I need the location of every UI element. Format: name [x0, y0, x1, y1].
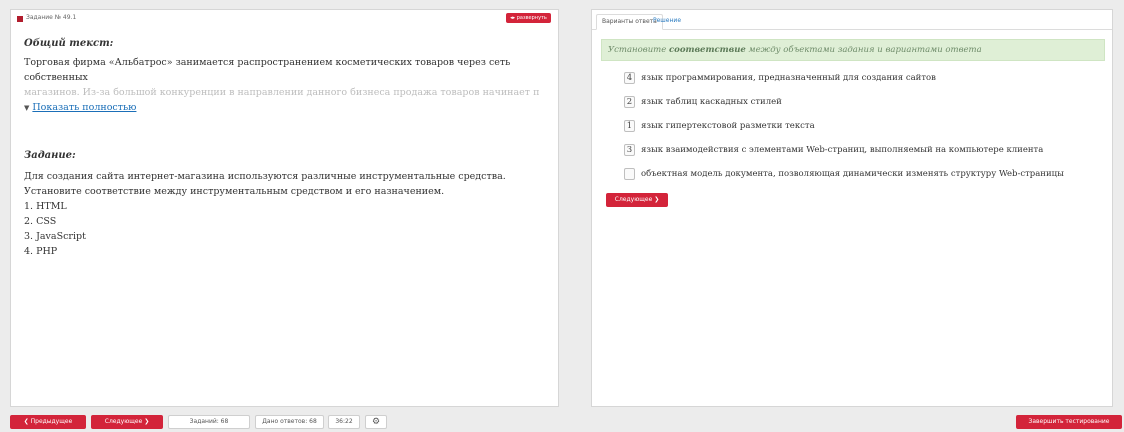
option-row: 1 язык гипертекстовой разметки текста [592, 117, 1112, 141]
finish-test-button[interactable]: Завершить тестирование [1016, 415, 1122, 429]
answer-tabs: Варианты ответа Решение [592, 10, 1112, 30]
task-line: Для создания сайта интернет-магазина исп… [24, 171, 506, 182]
task-line: 4. PHP [24, 246, 58, 257]
common-text-line: Торговая фирма «Альбатрос» занимается ра… [24, 57, 511, 83]
task-line: 3. JavaScript [24, 231, 86, 242]
task-header: Задание № 49.1 ◂▸ развернуть [11, 10, 558, 30]
option-row: 4 язык программирования, предназначенный… [592, 69, 1112, 93]
gear-icon[interactable]: ⚙ [365, 415, 387, 429]
task-line: 1. HTML [24, 201, 67, 212]
option-row: объектная модель документа, позволяющая … [592, 165, 1112, 189]
option-row: 3 язык взаимодействия с элементами Web-с… [592, 141, 1112, 165]
show-full-link[interactable]: Показать полностью [32, 100, 136, 115]
answer-next-button[interactable]: Следующее ❯ [606, 193, 668, 207]
answer-panel: Варианты ответа Решение Установите соотв… [591, 9, 1113, 407]
task-title: Задание: [24, 150, 76, 161]
option-number-input[interactable]: 1 [624, 120, 635, 132]
next-button[interactable]: Следующее ❯ [91, 415, 163, 429]
chevron-down-icon: ▼ [24, 104, 30, 112]
expand-button[interactable]: ◂▸ развернуть [506, 13, 551, 23]
answers-count-button[interactable]: Дано ответов: 68 [255, 415, 324, 429]
option-text: язык программирования, предназначенный д… [641, 73, 936, 83]
tab-solution[interactable]: Решение [648, 14, 686, 30]
answer-options: 4 язык программирования, предназначенный… [592, 69, 1112, 189]
tasks-count-button[interactable]: Заданий: 68 [168, 415, 250, 429]
task-line: Установите соответствие между инструмент… [24, 186, 445, 197]
common-text: Торговая фирма «Альбатрос» занимается ра… [24, 55, 539, 100]
instruction-suffix: между объектами задания и вариантами отв… [748, 45, 982, 55]
instruction-banner: Установите соответствие между объектами … [601, 39, 1105, 61]
option-text: объектная модель документа, позволяющая … [641, 169, 1064, 179]
option-text: язык гипертекстовой разметки текста [641, 121, 815, 131]
option-text: язык взаимодействия с элементами Web-стр… [641, 145, 1044, 155]
option-number-input[interactable]: 4 [624, 72, 635, 84]
task-number: Задание № 49.1 [26, 14, 77, 21]
instruction-prefix: Установите [608, 45, 667, 55]
option-number-input[interactable]: 2 [624, 96, 635, 108]
instruction-bold: соответствие [668, 45, 746, 55]
common-text-line-faded: магазинов. Из-за большой конкуренции в н… [24, 87, 539, 98]
task-marker-icon [17, 16, 23, 22]
show-full-row: ▼ Показать полностью [24, 100, 558, 116]
option-number-input[interactable]: 3 [624, 144, 635, 156]
option-text: язык таблиц каскадных стилей [641, 97, 782, 107]
task-text: Для создания сайта интернет-магазина исп… [24, 169, 558, 259]
option-number-input[interactable] [624, 168, 635, 180]
common-text-title: Общий текст: [24, 38, 114, 49]
task-panel: Задание № 49.1 ◂▸ развернуть Общий текст… [10, 9, 559, 407]
option-row: 2 язык таблиц каскадных стилей [592, 93, 1112, 117]
task-line: 2. CSS [24, 216, 57, 227]
previous-button[interactable]: ❮ Предыдущее [10, 415, 86, 429]
timer: 36:22 [328, 415, 360, 429]
